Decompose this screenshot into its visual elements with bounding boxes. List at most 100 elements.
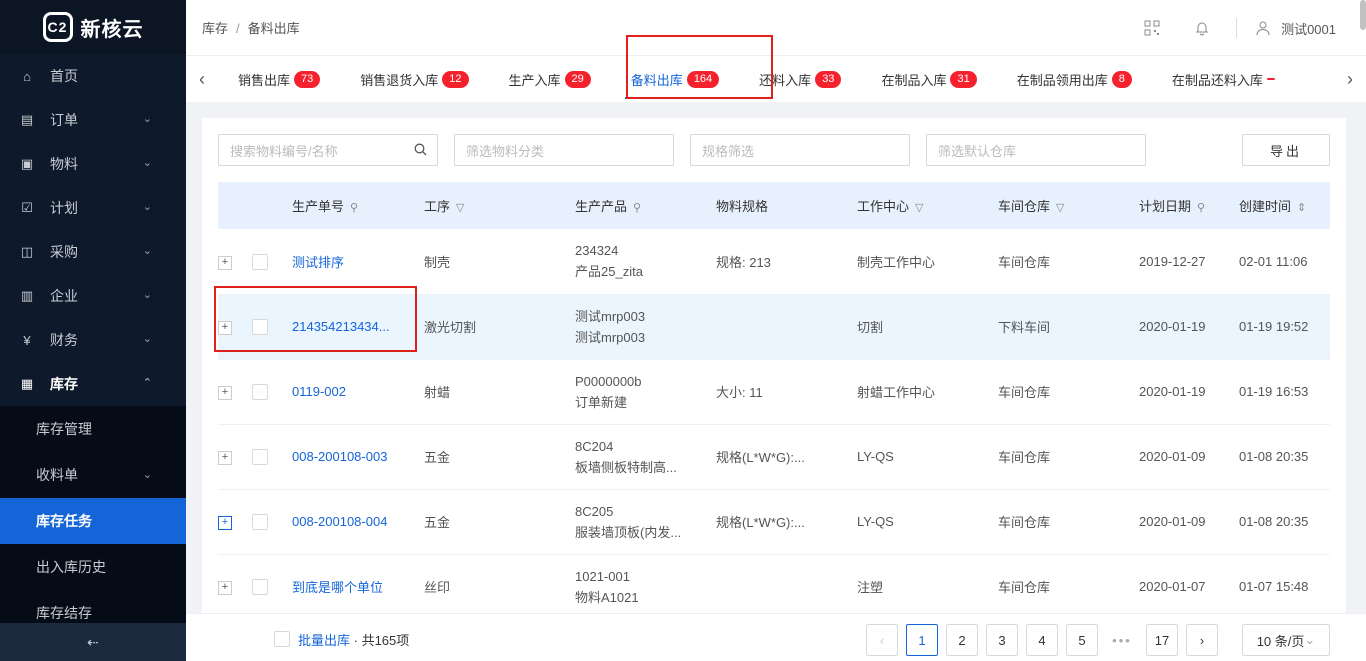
expand-row-icon[interactable]: + (218, 385, 232, 400)
column-header-warehouse[interactable]: 车间仓库 ▽ (998, 182, 1139, 229)
order-number-link[interactable]: 008-200108-003 (292, 449, 387, 464)
expand-row-icon[interactable]: + (218, 450, 232, 465)
table-row[interactable]: +0119-002 射蜡 P0000000b 订单新建 大小: 11 射蜡工作中心 车间仓库… (218, 359, 1330, 424)
sidebar-subitem-2[interactable]: 库存任务 (0, 498, 186, 544)
search-input[interactable]: 搜索物料编号/名称 (218, 134, 438, 166)
select-all-checkbox[interactable] (274, 631, 290, 647)
column-header-process[interactable]: 工序 ▽ (424, 182, 575, 229)
product-info: 234324 产品25_zita (575, 240, 716, 282)
tab-1[interactable]: 销售退货入库 12 (340, 56, 488, 102)
sidebar-item-5[interactable]: ▥ 企业 ⌄ (0, 274, 186, 318)
tab-0[interactable]: 销售出库 73 (218, 56, 340, 102)
column-header-plan-date[interactable]: 计划日期 ⚲ (1139, 182, 1239, 229)
order-number-link[interactable]: 008-200108-004 (292, 514, 387, 529)
sidebar-item-4[interactable]: ◫ 采购 ⌄ (0, 230, 186, 274)
page-button-4[interactable]: 4 (1026, 624, 1058, 656)
table-row[interactable]: +214354213434... 激光切割 测试mrp003 测试mrp003 切割 下料… (218, 294, 1330, 359)
collapse-sidebar-button[interactable]: ⇠ (0, 623, 186, 661)
filter-icon[interactable]: ▽ (456, 202, 464, 214)
search-icon[interactable]: ⚲ (1197, 202, 1205, 214)
table-row[interactable]: +008-200108-004 五金 8C205 服装墙顶板(内发... 规格(L*W*… (218, 489, 1330, 554)
next-page-button[interactable]: › (1186, 624, 1218, 656)
filter-icon[interactable]: ▽ (1056, 202, 1064, 214)
column-header-order[interactable]: 生产单号 ⚲ (292, 182, 424, 229)
row-checkbox[interactable] (252, 383, 268, 400)
page-scrollbar[interactable] (1360, 0, 1366, 30)
order-number-link[interactable]: 到底是哪个单位 (292, 580, 383, 595)
row-checkbox[interactable] (252, 513, 268, 530)
expand-row-icon[interactable]: + (218, 320, 232, 335)
prev-page-button[interactable]: ‹ (866, 624, 898, 656)
filter-icon[interactable]: ▽ (915, 202, 923, 214)
expand-row-icon[interactable]: + (218, 515, 232, 530)
table-row[interactable]: + 测试排序 制壳 234324 产品25_zita 规格: 213 制壳工作中心 车间仓库 2… (218, 229, 1330, 294)
plan-date-cell: 2020-01-07 (1139, 579, 1206, 594)
order-number-link[interactable]: 214354213434... (292, 319, 390, 334)
breadcrumb-item-inventory[interactable]: 库存 (202, 21, 228, 36)
expand-row-icon[interactable]: + (218, 580, 232, 595)
search-icon[interactable]: ⚲ (350, 202, 358, 214)
product-cell: 8C204 板墙侧板特制高... (575, 424, 716, 489)
order-number-link[interactable]: 测试排序 (292, 255, 344, 270)
search-icon[interactable]: ⚲ (633, 202, 641, 214)
category-filter-select[interactable]: 筛选物料分类 (454, 134, 674, 166)
sidebar-item-2[interactable]: ▣ 物料 ⌄ (0, 142, 186, 186)
tab-3[interactable]: 备料出库 164 (611, 56, 739, 102)
tab-label: 在制品还料入库 (1171, 72, 1263, 88)
sidebar-subitem-0[interactable]: 库存管理 (0, 406, 186, 452)
column-header-work-center[interactable]: 工作中心 ▽ (857, 182, 998, 229)
sidebar-subitem-1[interactable]: 收料单 ⌄ (0, 452, 186, 498)
spec-filter-input[interactable]: 规格筛选 (690, 134, 910, 166)
footer-bar: 批量出库 · 共165项 ‹ 1 2 3 4 5 ••• 17 › 10 条/页 ⌄ (186, 613, 1366, 661)
table-row[interactable]: + 到底是哪个单位 丝印 1021-001 物料A1021 注塑 车间仓库 2020-01-0… (218, 554, 1330, 613)
tab-7[interactable]: 在制品还料入库 (1152, 56, 1295, 102)
tab-6[interactable]: 在制品领用出库 8 (997, 56, 1152, 102)
table-row[interactable]: +008-200108-003 五金 8C204 板墙侧板特制高... 规格(L*W*G… (218, 424, 1330, 489)
chevron-down-icon: ⌄ (142, 469, 152, 481)
logo-text: 新核云 (80, 18, 144, 41)
tab-scroll-left-button[interactable]: ‹ (186, 56, 218, 102)
bell-icon[interactable] (1192, 18, 1212, 38)
tab-count-badge: 29 (564, 70, 591, 88)
sidebar-item-0[interactable]: ⌂ 首页 (0, 54, 186, 98)
warehouse-filter-select[interactable]: 筛选默认仓库 (926, 134, 1146, 166)
sidebar-item-1[interactable]: ▤ 订单 ⌄ (0, 98, 186, 142)
batch-outbound-button[interactable]: 批量出库 (298, 633, 350, 648)
sidebar-submenu-inventory: 库存管理 收料单 ⌄ 库存任务 出入库历史 库存结存 (0, 406, 186, 636)
chevron-down-icon: ⌄ (142, 157, 152, 169)
logo-mark-icon: C2 (42, 12, 73, 42)
qrcode-icon[interactable] (1142, 18, 1162, 38)
product-cell: P0000000b 订单新建 (575, 359, 716, 424)
sidebar-item-7[interactable]: ▦ 库存 ⌃ (0, 362, 186, 406)
column-header-product[interactable]: 生产产品 ⚲ (575, 182, 716, 229)
row-checkbox[interactable] (252, 578, 268, 595)
page-button-1[interactable]: 1 (906, 624, 938, 656)
page-button-3[interactable]: 3 (986, 624, 1018, 656)
page-button-last[interactable]: 17 (1146, 624, 1178, 656)
tab-5[interactable]: 在制品入库 31 (861, 56, 996, 102)
breadcrumb: 库存 / 备料出库 (186, 18, 300, 37)
tab-4[interactable]: 还料入库 33 (739, 56, 861, 102)
tab-scroll-right-button[interactable]: › (1334, 56, 1366, 102)
row-checkbox[interactable] (252, 253, 268, 270)
sidebar-item-3[interactable]: ☑ 计划 ⌄ (0, 186, 186, 230)
page-size-select[interactable]: 10 条/页 ⌄ (1242, 624, 1330, 656)
sidebar-subitem-3[interactable]: 出入库历史 (0, 544, 186, 590)
page-ellipsis[interactable]: ••• (1106, 633, 1138, 648)
column-header-created[interactable]: 创建时间 ⇕ (1239, 182, 1330, 229)
page-button-5[interactable]: 5 (1066, 624, 1098, 656)
user-menu[interactable]: 测试0001 (1253, 18, 1336, 38)
plan-date-cell: 2020-01-19 (1139, 319, 1206, 334)
sidebar-item-6[interactable]: ¥ 财务 ⌄ (0, 318, 186, 362)
spec-cell: 规格: 213 (716, 254, 771, 270)
row-checkbox[interactable] (252, 318, 268, 335)
expand-row-icon[interactable]: + (218, 255, 232, 270)
plan-date-cell: 2020-01-19 (1139, 384, 1206, 399)
export-button[interactable]: 导出 (1242, 134, 1330, 166)
tab-2[interactable]: 生产入库 29 (489, 56, 611, 102)
page-button-2[interactable]: 2 (946, 624, 978, 656)
sort-icon[interactable]: ⇕ (1297, 202, 1306, 214)
tab-label: 备料出库 (630, 72, 683, 88)
order-number-link[interactable]: 0119-002 (292, 384, 346, 399)
row-checkbox[interactable] (252, 448, 268, 465)
